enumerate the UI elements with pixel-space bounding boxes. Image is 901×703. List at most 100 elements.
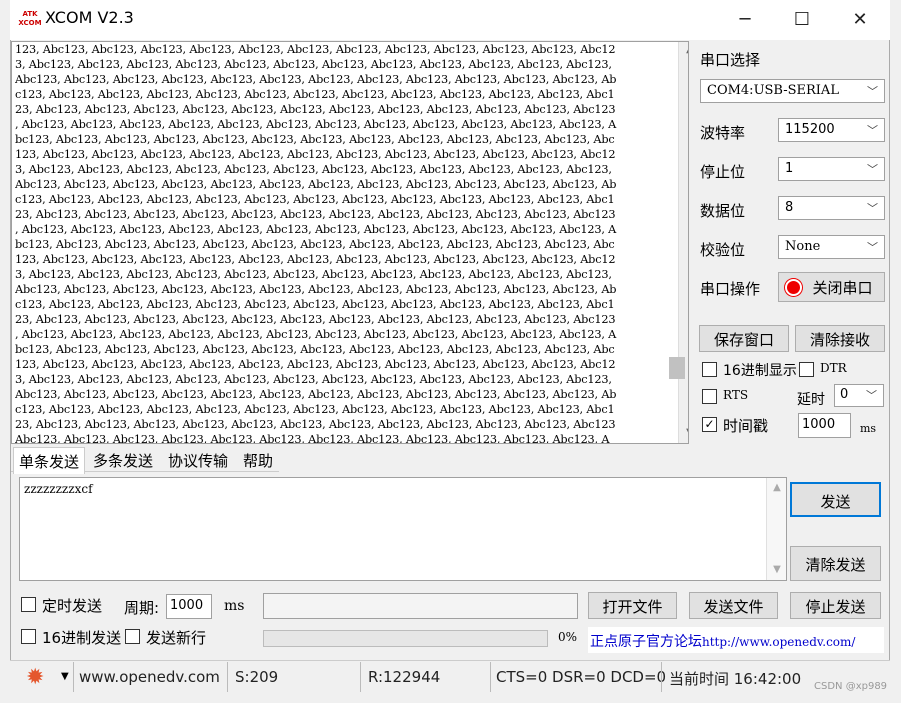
- port-select-label: 串口选择: [700, 51, 761, 69]
- data-bits-label: 数据位: [700, 202, 746, 220]
- receive-line: c123, Abc123, Abc123, Abc123, Abc123, Ab…: [15, 403, 615, 416]
- receive-line: 3, Abc123, Abc123, Abc123, Abc123, Abc12…: [15, 373, 612, 386]
- send-textarea[interactable]: zzzzzzzzxcf ▲ ▼: [19, 477, 787, 581]
- baud-value: 115200: [785, 122, 835, 137]
- send-scrollbar[interactable]: ▲ ▼: [766, 478, 786, 580]
- receive-line: Abc123, Abc123, Abc123, Abc123, Abc123, …: [15, 433, 610, 443]
- receive-area[interactable]: 123, Abc123, Abc123, Abc123, Abc123, Abc…: [11, 41, 689, 444]
- forum-link[interactable]: 正点原子官方论坛http://www.openedv.com/: [588, 627, 884, 653]
- status-signals: CTS=0 DSR=0 DCD=0: [496, 668, 667, 686]
- hex-display-checkbox[interactable]: [702, 362, 717, 377]
- receive-line: , Abc123, Abc123, Abc123, Abc123, Abc123…: [15, 328, 617, 341]
- status-separator: [490, 662, 491, 692]
- chevron-down-icon: ﹀: [867, 85, 878, 98]
- status-time: 当前时间 16:42:00: [669, 670, 802, 688]
- open-file-button[interactable]: 打开文件: [588, 592, 677, 619]
- forum-link-text: 正点原子官方论坛: [590, 634, 702, 650]
- save-window-button[interactable]: 保存窗口: [699, 325, 789, 352]
- tab-protocol[interactable]: 协议传输: [163, 447, 233, 474]
- progress-text: 0%: [558, 630, 578, 644]
- receive-line: , Abc123, Abc123, Abc123, Abc123, Abc123…: [15, 118, 617, 131]
- stop-send-button[interactable]: 停止发送: [790, 592, 881, 619]
- receive-line: c123, Abc123, Abc123, Abc123, Abc123, Ab…: [15, 193, 615, 206]
- parity-select[interactable]: None ﹀: [778, 235, 885, 259]
- minimize-icon[interactable]: ─: [715, 0, 775, 40]
- send-button[interactable]: 发送: [790, 482, 881, 517]
- scroll-up-icon[interactable]: ▲: [767, 482, 787, 493]
- scroll-up-icon[interactable]: ▲: [679, 44, 688, 55]
- receive-line: Abc123, Abc123, Abc123, Abc123, Abc123, …: [15, 73, 617, 86]
- rts-checkbox[interactable]: [702, 389, 717, 404]
- watermark: CSDN @xp989: [814, 681, 888, 692]
- stop-bits-label: 停止位: [700, 163, 746, 181]
- receive-line: , Abc123, Abc123, Abc123, Abc123, Abc123…: [15, 223, 617, 236]
- port-status-icon: [785, 279, 802, 296]
- hex-send-checkbox[interactable]: [21, 629, 36, 644]
- clear-receive-button[interactable]: 清除接收: [795, 325, 885, 352]
- receive-line: 3, Abc123, Abc123, Abc123, Abc123, Abc12…: [15, 163, 612, 176]
- maximize-icon[interactable]: ☐: [772, 0, 832, 40]
- gear-icon[interactable]: ✹: [26, 667, 48, 689]
- status-separator: [73, 662, 74, 692]
- send-newline-checkbox[interactable]: [125, 629, 140, 644]
- receive-line: bc123, Abc123, Abc123, Abc123, Abc123, A…: [15, 238, 615, 251]
- receive-scroll-thumb[interactable]: [669, 357, 685, 379]
- receive-line: 123, Abc123, Abc123, Abc123, Abc123, Abc…: [15, 148, 616, 161]
- parity-value: None: [785, 239, 821, 254]
- timestamp-label: 时间戳: [723, 417, 769, 435]
- receive-line: Abc123, Abc123, Abc123, Abc123, Abc123, …: [15, 283, 617, 296]
- port-select[interactable]: COM4:USB-SERIAL ﹀: [700, 79, 885, 103]
- clear-send-button[interactable]: 清除发送: [790, 546, 881, 581]
- receive-line: Abc123, Abc123, Abc123, Abc123, Abc123, …: [15, 178, 617, 191]
- receive-line: bc123, Abc123, Abc123, Abc123, Abc123, A…: [15, 343, 615, 356]
- scroll-down-icon[interactable]: ▼: [679, 427, 688, 438]
- app-logo: ATK XCOM: [18, 10, 42, 30]
- chevron-down-icon: ﹀: [866, 389, 877, 402]
- receive-line: 23, Abc123, Abc123, Abc123, Abc123, Abc1…: [15, 418, 616, 431]
- hex-display-label: 16进制显示: [723, 363, 797, 379]
- receive-scrollbar[interactable]: ▲ ▼: [678, 42, 688, 443]
- delay-value: 0: [840, 387, 849, 402]
- dtr-checkbox[interactable]: [799, 362, 814, 377]
- baud-select[interactable]: 115200 ﹀: [778, 118, 885, 142]
- timestamp-unit: ms: [860, 422, 877, 435]
- send-text: zzzzzzzzxcf: [24, 482, 93, 496]
- stop-bits-select[interactable]: 1 ﹀: [778, 157, 885, 181]
- receive-line: c123, Abc123, Abc123, Abc123, Abc123, Ab…: [15, 298, 615, 311]
- receive-line: 3, Abc123, Abc123, Abc123, Abc123, Abc12…: [15, 268, 612, 281]
- close-icon[interactable]: ✕: [830, 0, 890, 40]
- timed-send-label: 定时发送: [42, 597, 103, 615]
- hex-send-label: 16进制发送: [42, 629, 122, 647]
- receive-line: 23, Abc123, Abc123, Abc123, Abc123, Abc1…: [15, 103, 616, 116]
- data-bits-select[interactable]: 8 ﹀: [778, 196, 885, 220]
- caret-down-icon[interactable]: ▼: [61, 671, 69, 682]
- timestamp-checkbox[interactable]: ✓: [702, 417, 717, 432]
- receive-line: 123, Abc123, Abc123, Abc123, Abc123, Abc…: [15, 253, 616, 266]
- port-select-value: COM4:USB-SERIAL: [707, 83, 839, 98]
- stop-bits-value: 1: [785, 161, 794, 176]
- close-port-label: 关闭串口: [812, 279, 873, 297]
- status-website[interactable]: www.openedv.com: [79, 668, 220, 686]
- status-sent-count: S:209: [235, 668, 279, 686]
- receive-line: 3, Abc123, Abc123, Abc123, Abc123, Abc12…: [15, 58, 612, 71]
- period-input[interactable]: 1000: [166, 594, 212, 619]
- receive-line: 123, Abc123, Abc123, Abc123, Abc123, Abc…: [15, 43, 616, 56]
- receive-line: 23, Abc123, Abc123, Abc123, Abc123, Abc1…: [15, 208, 616, 221]
- forum-link-url: http://www.openedv.com/: [702, 635, 856, 649]
- tab-single-send[interactable]: 单条发送: [13, 447, 86, 474]
- period-unit: ms: [224, 598, 245, 614]
- timed-send-checkbox[interactable]: [21, 597, 36, 612]
- scroll-down-icon[interactable]: ▼: [767, 564, 787, 575]
- delay-select[interactable]: 0 ﹀: [834, 384, 884, 407]
- chevron-down-icon: ﹀: [867, 124, 878, 137]
- timestamp-input[interactable]: 1000: [798, 413, 851, 438]
- tab-multi-send[interactable]: 多条发送: [88, 447, 158, 474]
- send-file-button[interactable]: 发送文件: [689, 592, 778, 619]
- status-separator: [227, 662, 228, 692]
- close-port-button[interactable]: 关闭串口: [778, 272, 885, 302]
- receive-text[interactable]: 123, Abc123, Abc123, Abc123, Abc123, Abc…: [15, 42, 667, 443]
- file-path-input[interactable]: [263, 593, 578, 619]
- tab-help[interactable]: 帮助: [238, 447, 278, 474]
- status-received-count: R:122944: [368, 668, 441, 686]
- chevron-down-icon: ﹀: [867, 241, 878, 254]
